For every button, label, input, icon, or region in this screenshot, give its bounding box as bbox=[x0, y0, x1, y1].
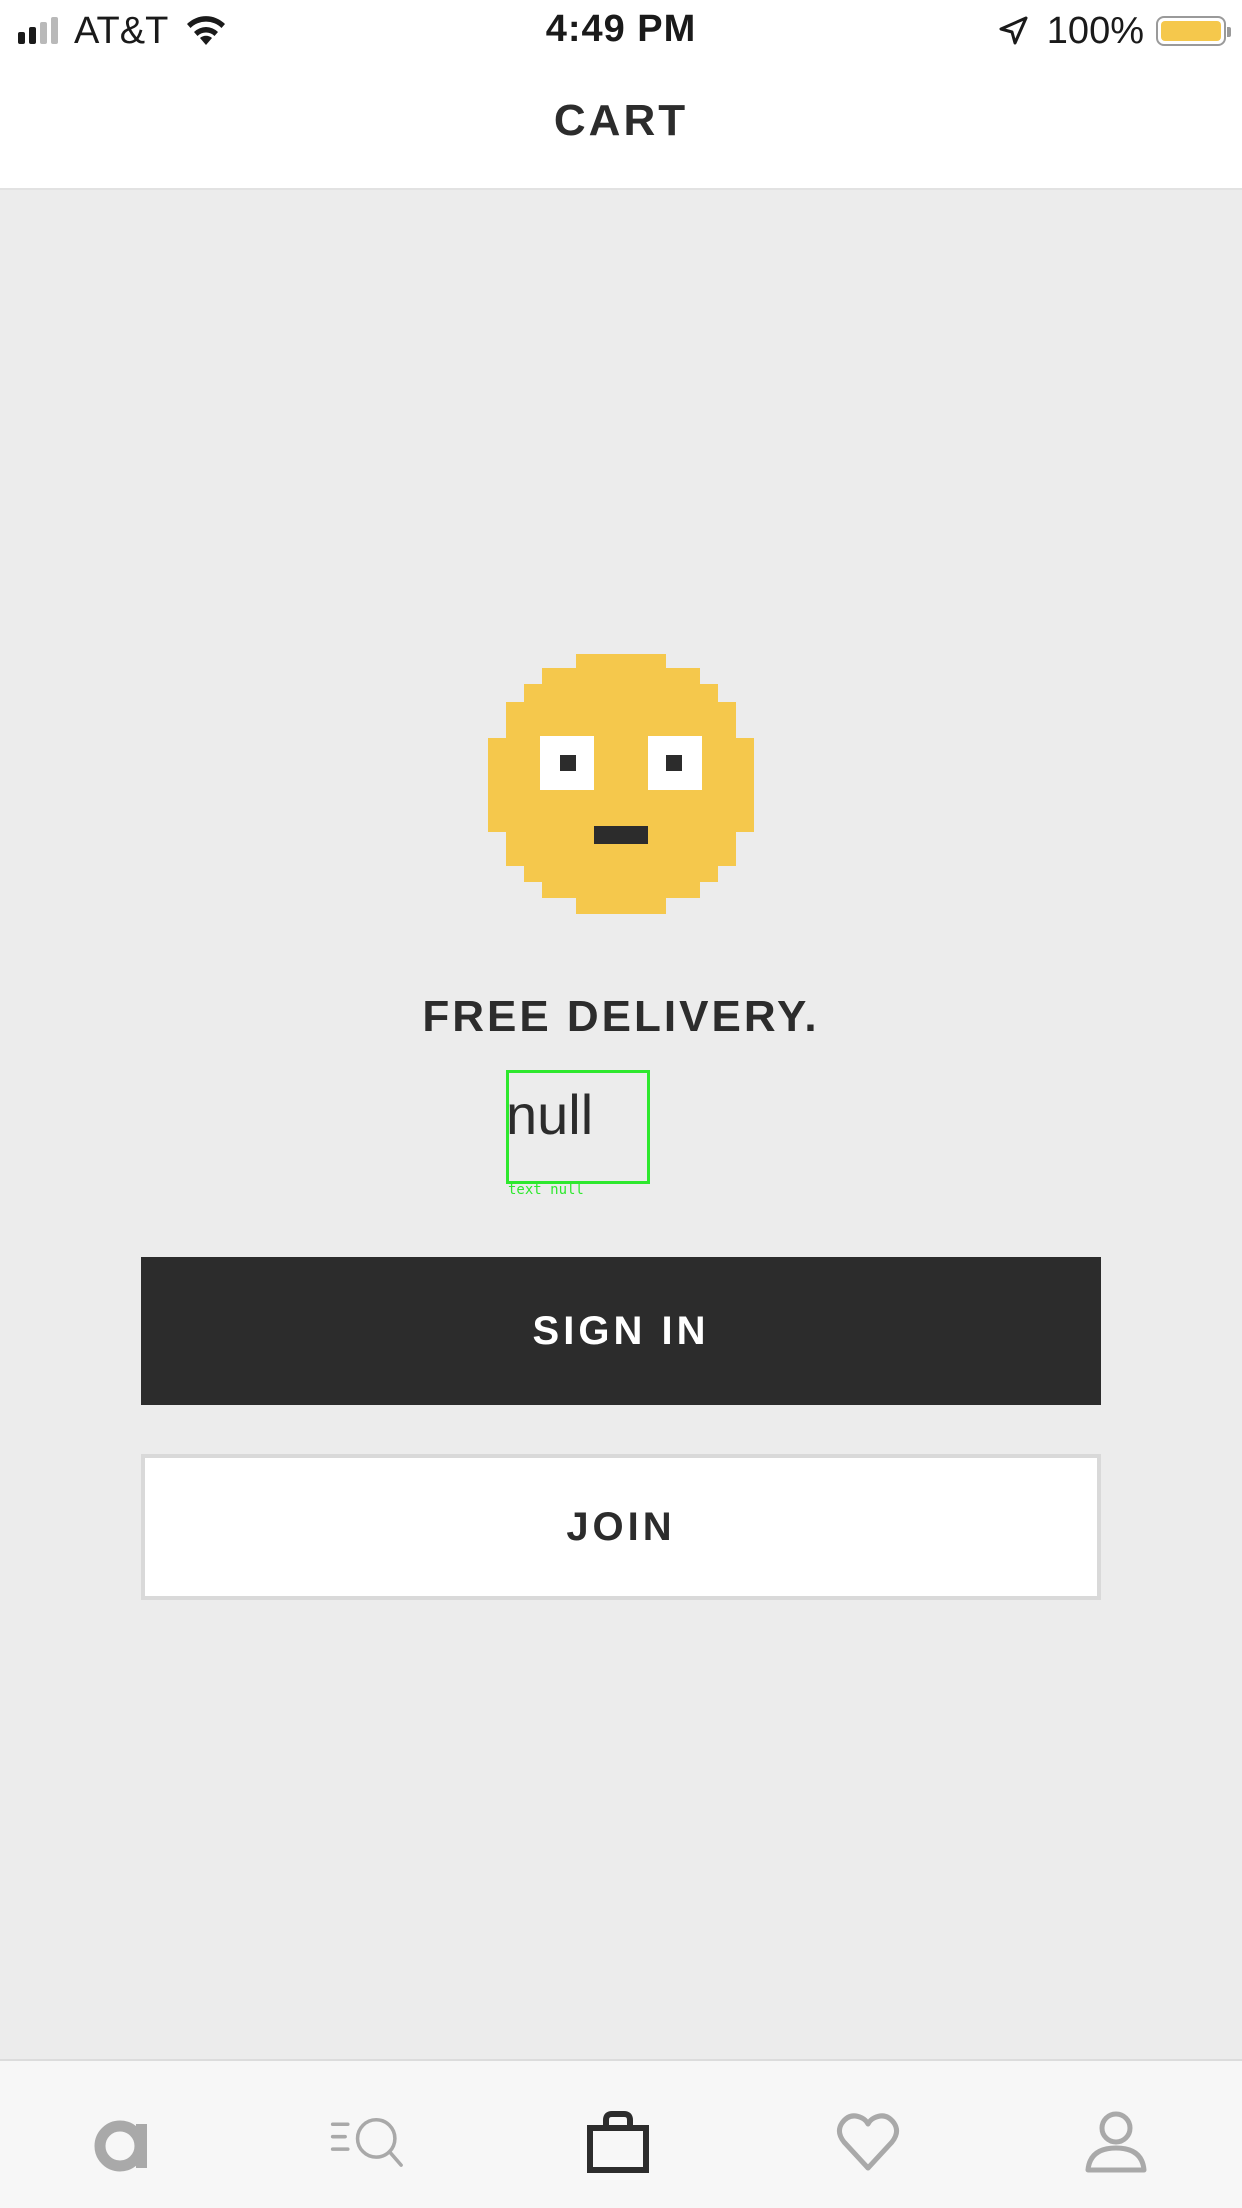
tab-bar bbox=[0, 2059, 1242, 2208]
empty-cart-subtext: null bbox=[506, 1083, 594, 1146]
sign-in-button[interactable]: SIGN IN bbox=[141, 1257, 1101, 1405]
location-arrow-icon bbox=[999, 16, 1028, 45]
tab-cart[interactable] bbox=[578, 2107, 658, 2177]
profile-icon bbox=[1085, 2111, 1147, 2173]
status-bar: AT&T 4:49 PM 100% bbox=[0, 0, 1242, 62]
tab-home[interactable] bbox=[84, 2107, 164, 2177]
empty-cart-headline: FREE DELIVERY. bbox=[422, 992, 820, 1041]
debug-label: text null bbox=[508, 1182, 584, 1198]
home-logo-icon bbox=[94, 2120, 147, 2172]
nav-header: CART bbox=[0, 62, 1242, 190]
battery-percent: 100% bbox=[1046, 9, 1144, 52]
cart-bag-icon bbox=[587, 2111, 649, 2173]
tab-favorites[interactable] bbox=[828, 2107, 908, 2177]
battery-icon bbox=[1156, 16, 1231, 46]
page-title: CART bbox=[553, 96, 689, 145]
tab-search[interactable] bbox=[330, 2107, 410, 2177]
search-menu-icon bbox=[330, 2118, 403, 2167]
status-right: 100% bbox=[997, 8, 1231, 54]
tab-profile[interactable] bbox=[1076, 2107, 1156, 2177]
heart-icon bbox=[836, 2113, 900, 2171]
join-button[interactable]: JOIN bbox=[141, 1454, 1101, 1600]
pixel-face-icon bbox=[488, 654, 754, 914]
